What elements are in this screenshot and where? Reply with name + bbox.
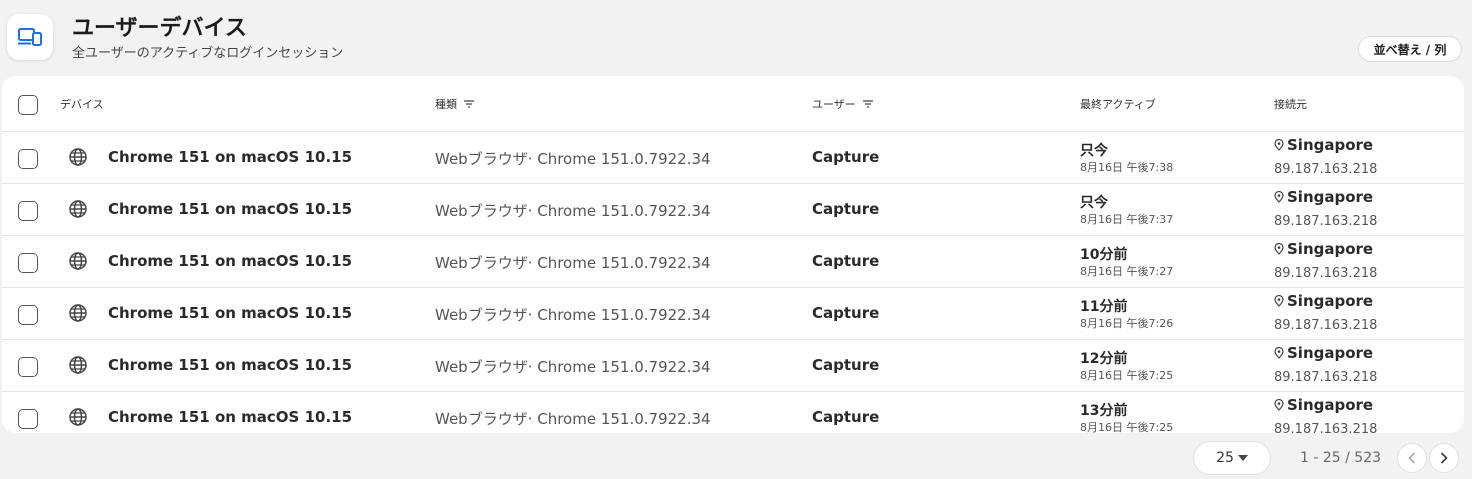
table-header: デバイス 種類 ユーザー 最終アクティブ 接続元 [2, 76, 1464, 132]
row-checkbox[interactable] [18, 305, 38, 325]
row-checkbox[interactable] [18, 201, 38, 221]
last-active-timestamp: 8月16日 午後7:26 [1080, 317, 1174, 330]
globe-icon [68, 355, 88, 375]
device-type: Webブラウザ· Chrome 151.0.7922.34 [435, 410, 711, 428]
location-pin-icon [1274, 243, 1284, 255]
column-header-type[interactable]: 種類 [435, 96, 475, 112]
device-user: Capture [812, 252, 880, 270]
location: Singapore [1274, 188, 1373, 206]
device-type: Webブラウザ· Chrome 151.0.7922.34 [435, 150, 711, 168]
ip-address: 89.187.163.218 [1274, 370, 1378, 385]
device-name: Chrome 151 on macOS 10.15 [108, 252, 353, 270]
pagination-bar: 25 1 - 25 / 523 [0, 436, 1472, 479]
ip-address: 89.187.163.218 [1274, 162, 1378, 177]
caret-down-icon [1237, 455, 1248, 461]
devices-table: デバイス 種類 ユーザー 最終アクティブ 接続元 Chrome 151 on m… [2, 76, 1464, 433]
location-name: Singapore [1287, 344, 1374, 362]
location: Singapore [1274, 396, 1373, 414]
location-pin-icon [1274, 191, 1284, 203]
row-checkbox[interactable] [18, 409, 38, 429]
location-pin-icon [1274, 347, 1284, 359]
table-row[interactable]: Chrome 151 on macOS 10.15 Webブラウザ· Chrome… [2, 392, 1464, 433]
chevron-right-icon [1440, 452, 1448, 464]
previous-page-button[interactable] [1397, 443, 1427, 473]
device-user: Capture [812, 408, 880, 426]
location: Singapore [1274, 136, 1373, 154]
globe-icon [68, 407, 88, 427]
last-active-timestamp: 8月16日 午後7:27 [1080, 265, 1174, 278]
ip-address: 89.187.163.218 [1274, 422, 1378, 433]
location-pin-icon [1274, 139, 1284, 151]
chevron-left-icon [1408, 452, 1416, 464]
page-header: ユーザーデバイス 全ユーザーのアクティブなログインセッション 並べ替え / 列 [0, 0, 1472, 76]
select-all-checkbox[interactable] [18, 95, 38, 115]
row-checkbox[interactable] [18, 357, 38, 377]
sort-columns-button[interactable]: 並べ替え / 列 [1358, 36, 1462, 62]
location: Singapore [1274, 292, 1373, 310]
location: Singapore [1274, 344, 1373, 362]
location: Singapore [1274, 240, 1373, 258]
table-row[interactable]: Chrome 151 on macOS 10.15 Webブラウザ· Chrome… [2, 288, 1464, 340]
last-active-timestamp: 8月16日 午後7:25 [1080, 369, 1174, 382]
location-name: Singapore [1287, 240, 1374, 258]
last-active-relative: 10分前 [1080, 247, 1128, 263]
location-name: Singapore [1287, 188, 1374, 206]
last-active-relative: 11分前 [1080, 299, 1128, 315]
device-type: Webブラウザ· Chrome 151.0.7922.34 [435, 254, 711, 272]
last-active-relative: 13分前 [1080, 403, 1128, 419]
page-title: ユーザーデバイス [72, 16, 247, 41]
last-active-timestamp: 8月16日 午後7:38 [1080, 161, 1174, 174]
device-user: Capture [812, 200, 880, 218]
ip-address: 89.187.163.218 [1274, 318, 1378, 333]
globe-icon [68, 303, 88, 323]
last-active-relative: 只今 [1080, 143, 1108, 159]
pagination-range: 1 - 25 / 523 [1300, 450, 1382, 466]
last-active-timestamp: 8月16日 午後7:37 [1080, 213, 1174, 226]
last-active-timestamp: 8月16日 午後7:25 [1080, 421, 1174, 433]
filter-icon[interactable] [862, 99, 874, 109]
device-name: Chrome 151 on macOS 10.15 [108, 356, 353, 374]
device-name: Chrome 151 on macOS 10.15 [108, 408, 353, 426]
location-name: Singapore [1287, 136, 1374, 154]
device-user: Capture [812, 304, 880, 322]
location-name: Singapore [1287, 396, 1374, 414]
device-name: Chrome 151 on macOS 10.15 [108, 200, 353, 218]
last-active-relative: 12分前 [1080, 351, 1128, 367]
row-checkbox[interactable] [18, 253, 38, 273]
page-size-select[interactable]: 25 [1193, 441, 1271, 475]
globe-icon [68, 199, 88, 219]
location-name: Singapore [1287, 292, 1374, 310]
column-header-last-active[interactable]: 最終アクティブ [1080, 96, 1156, 112]
globe-icon [68, 147, 88, 167]
column-header-source[interactable]: 接続元 [1274, 96, 1307, 112]
device-name: Chrome 151 on macOS 10.15 [108, 148, 353, 166]
location-pin-icon [1274, 295, 1284, 307]
row-checkbox[interactable] [18, 149, 38, 169]
column-header-user[interactable]: ユーザー [812, 96, 874, 112]
page-subtitle: 全ユーザーのアクティブなログインセッション [72, 46, 344, 61]
device-type: Webブラウザ· Chrome 151.0.7922.34 [435, 306, 711, 324]
next-page-button[interactable] [1429, 443, 1459, 473]
column-header-device[interactable]: デバイス [60, 96, 104, 112]
globe-icon [68, 251, 88, 271]
filter-icon[interactable] [463, 99, 475, 109]
devices-icon [7, 14, 53, 60]
ip-address: 89.187.163.218 [1274, 214, 1378, 229]
table-row[interactable]: Chrome 151 on macOS 10.15 Webブラウザ· Chrome… [2, 236, 1464, 288]
location-pin-icon [1274, 399, 1284, 411]
device-user: Capture [812, 356, 880, 374]
device-type: Webブラウザ· Chrome 151.0.7922.34 [435, 202, 711, 220]
device-name: Chrome 151 on macOS 10.15 [108, 304, 353, 322]
ip-address: 89.187.163.218 [1274, 266, 1378, 281]
last-active-relative: 只今 [1080, 195, 1108, 211]
device-user: Capture [812, 148, 880, 166]
table-row[interactable]: Chrome 151 on macOS 10.15 Webブラウザ· Chrome… [2, 132, 1464, 184]
table-row[interactable]: Chrome 151 on macOS 10.15 Webブラウザ· Chrome… [2, 340, 1464, 392]
table-row[interactable]: Chrome 151 on macOS 10.15 Webブラウザ· Chrome… [2, 184, 1464, 236]
device-type: Webブラウザ· Chrome 151.0.7922.34 [435, 358, 711, 376]
